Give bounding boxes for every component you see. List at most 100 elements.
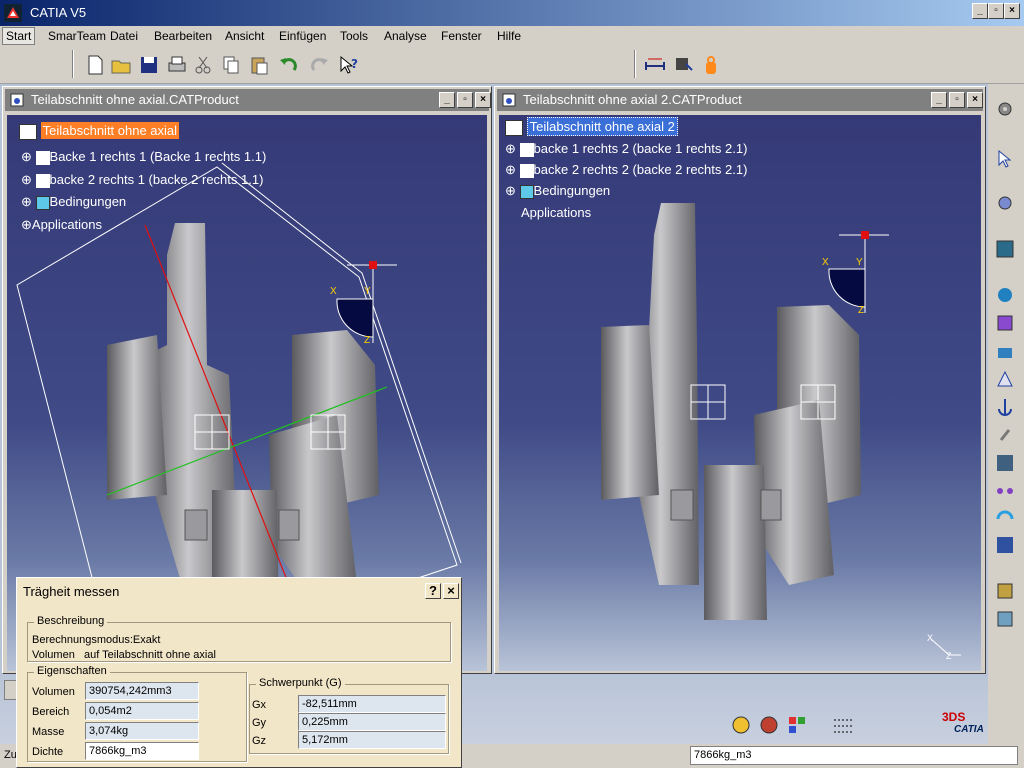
masse-field[interactable]: 3,074kg	[85, 722, 199, 740]
select-filter-icon[interactable]	[730, 714, 752, 736]
close-button[interactable]: ×	[1004, 3, 1020, 19]
insert-product-icon[interactable]	[994, 284, 1016, 306]
explode-icon[interactable]	[994, 480, 1016, 502]
bereich-field[interactable]: 0,054m2	[85, 702, 199, 720]
color-palette-icon[interactable]	[786, 714, 808, 736]
undo-icon[interactable]	[278, 54, 300, 76]
measure-between-icon[interactable]	[644, 54, 666, 76]
tree-root-label[interactable]: Teilabschnitt ohne axial 2	[526, 117, 678, 136]
tree-node-item1[interactable]: ⊕ Backe 1 rechts 1 (Backe 1 rechts 1.1)	[21, 149, 266, 165]
existing-component-icon[interactable]	[994, 340, 1016, 362]
tree-label: backe 2 rechts 1 (backe 2 rechts 1.1)	[49, 172, 264, 187]
dialog-caption: Trägheit messen ? ×	[19, 580, 459, 602]
paste-icon[interactable]	[248, 54, 270, 76]
tree-node-item4[interactable]: ⊕Applications	[21, 217, 102, 233]
menu-einfuegen[interactable]: Einfügen	[279, 29, 326, 43]
gx-field[interactable]: -82,511mm	[298, 695, 446, 713]
part-icon	[519, 142, 534, 157]
expand-plus-icon[interactable]: ⊕	[21, 149, 32, 164]
assembly-constraint-icon[interactable]	[994, 192, 1016, 214]
toolbar-separator	[72, 50, 74, 78]
expand-plus-icon[interactable]: ⊕	[21, 194, 32, 209]
update-icon[interactable]	[994, 508, 1016, 530]
dialog-close-button[interactable]: ×	[443, 583, 459, 599]
new-document-icon[interactable]	[84, 54, 106, 76]
left-window-close-button[interactable]: ×	[475, 92, 491, 108]
masse-label: Masse	[32, 726, 65, 738]
expand-plus-icon[interactable]: ⊕	[21, 217, 32, 232]
menu-ansicht[interactable]: Ansicht	[225, 29, 264, 43]
scene-icon[interactable]	[758, 714, 780, 736]
app-title: CATIA V5	[30, 5, 87, 20]
menu-analyse[interactable]: Analyse	[384, 29, 427, 43]
gz-field[interactable]: 5,172mm	[298, 731, 446, 749]
menu-hilfe[interactable]: Hilfe	[497, 29, 521, 43]
tree-label: Applications	[31, 217, 103, 232]
right-window-maximize-button[interactable]: ▫	[949, 92, 965, 108]
gy-field[interactable]: 0,225mm	[298, 713, 446, 731]
mass-weight-icon[interactable]	[700, 54, 722, 76]
copy-icon[interactable]	[220, 54, 242, 76]
tree-node-item2[interactable]: ⊕ backe 2 rechts 1 (backe 2 rechts 1.1)	[21, 172, 263, 188]
scenes-icon[interactable]	[994, 580, 1016, 602]
status-text: Zu	[4, 749, 17, 761]
menu-tools[interactable]: Tools	[340, 29, 368, 43]
left-window-maximize-button[interactable]: ▫	[457, 92, 473, 108]
paperclip-icon[interactable]	[994, 424, 1016, 446]
volumen-field[interactable]: 390754,242mm3	[85, 682, 199, 700]
minimize-button[interactable]: _	[972, 3, 988, 19]
catalog-browser-icon[interactable]	[994, 608, 1016, 630]
menu-fenster[interactable]: Fenster	[441, 29, 482, 43]
save-icon[interactable]	[138, 54, 160, 76]
replace-component-icon[interactable]	[994, 368, 1016, 390]
cut-icon[interactable]	[192, 54, 214, 76]
snap-icon[interactable]	[994, 452, 1016, 474]
insert-part-icon[interactable]	[994, 312, 1016, 334]
toolbar-separator	[634, 50, 636, 78]
print-icon[interactable]	[166, 54, 188, 76]
redo-icon[interactable]	[308, 54, 330, 76]
tree-node-item3[interactable]: ⊕ Bedingungen	[21, 194, 126, 210]
tree-node-root[interactable]: Teilabschnitt ohne axial	[19, 122, 180, 140]
expand-plus-icon[interactable]: ⊕	[505, 162, 516, 177]
maximize-button[interactable]: ▫	[988, 3, 1004, 19]
gear-icon[interactable]	[994, 98, 1016, 120]
left-window-minimize-button[interactable]: _	[439, 92, 455, 108]
menu-start[interactable]: Start	[2, 27, 36, 45]
product-document-icon	[10, 93, 24, 107]
power-input-field[interactable]: 7866kg_m3	[690, 746, 1018, 765]
expand-plus-icon[interactable]: ⊕	[505, 141, 516, 156]
select-arrow-icon[interactable]	[994, 148, 1016, 170]
tree-node-item1[interactable]: ⊕ backe 1 rechts 2 (backe 1 rechts 2.1)	[505, 141, 747, 157]
bereich-label: Bereich	[32, 706, 70, 718]
svg-text:?: ?	[351, 57, 358, 71]
expand-plus-icon[interactable]: ⊕	[505, 183, 516, 198]
tree-node-item4[interactable]: Applications	[505, 205, 591, 220]
expand-plus-icon[interactable]: ⊕	[21, 172, 32, 187]
right-3d-viewport[interactable]: X Y Z X Z Teilabschnitt ohne axial 2 ⊕ b…	[499, 115, 981, 671]
dialog-help-button[interactable]: ?	[425, 583, 441, 599]
tree-node-item2[interactable]: ⊕ backe 2 rechts 2 (backe 2 rechts 2.1)	[505, 162, 747, 178]
tree-root-label[interactable]: Teilabschnitt ohne axial	[40, 122, 180, 139]
volumen-label: Volumen	[32, 686, 75, 698]
catalog-icon[interactable]	[994, 238, 1016, 260]
title-bar: CATIA V5 _ ▫ ×	[0, 0, 1024, 26]
multi-select-icon[interactable]	[832, 714, 854, 736]
tree-node-item3[interactable]: ⊕ Bedingungen	[505, 183, 610, 199]
tree-label: Backe 1 rechts 1 (Backe 1 rechts 1.1)	[49, 149, 267, 164]
3ds-catia-logo: 3DS CATIA	[938, 710, 988, 740]
dichte-field[interactable]: 7866kg_m3	[85, 742, 199, 760]
menu-bearbeiten[interactable]: Bearbeiten	[154, 29, 212, 43]
constraint-manager-icon[interactable]	[994, 534, 1016, 556]
menu-bar: Start SmarTeam Datei Bearbeiten Ansicht …	[0, 26, 1024, 46]
whats-this-help-icon[interactable]: ?	[338, 54, 360, 76]
open-folder-icon[interactable]	[110, 54, 132, 76]
right-window-minimize-button[interactable]: _	[931, 92, 947, 108]
right-axis-y-label: Y	[856, 257, 863, 268]
anchor-icon[interactable]	[994, 396, 1016, 418]
menu-smarteam[interactable]: SmarTeam	[48, 29, 106, 43]
menu-datei[interactable]: Datei	[110, 29, 138, 43]
measure-inertia-icon[interactable]	[672, 54, 694, 76]
right-window-close-button[interactable]: ×	[967, 92, 983, 108]
tree-node-root[interactable]: Teilabschnitt ohne axial 2	[505, 117, 678, 136]
